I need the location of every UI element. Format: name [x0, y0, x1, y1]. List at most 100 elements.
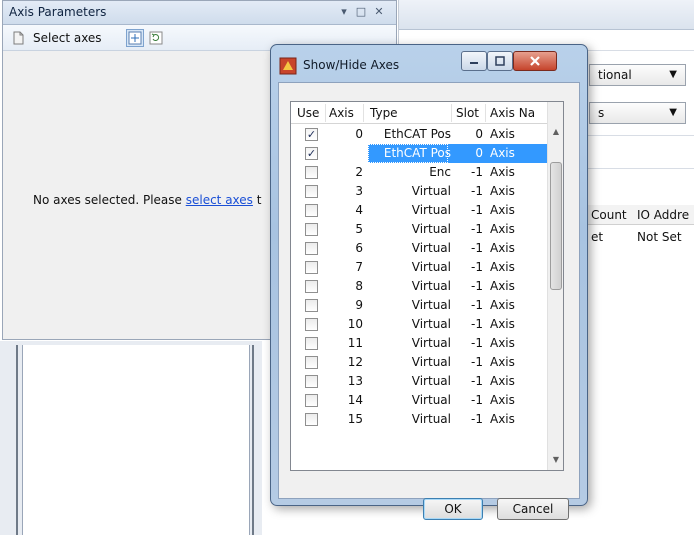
lower-left-content [22, 345, 250, 535]
table-row[interactable]: 11 Virtual -1 Axis [291, 334, 549, 353]
cell-axis-name: Axis [490, 317, 515, 331]
cell-axis-name: Axis [490, 203, 515, 217]
page-icon[interactable] [9, 29, 27, 47]
cell-slot: -1 [471, 184, 483, 198]
maximize-icon[interactable]: □ [354, 5, 368, 19]
use-checkbox[interactable] [305, 204, 318, 217]
chevron-down-icon: ▼ [669, 69, 677, 80]
cell-type: Virtual [411, 393, 451, 407]
cell-axis: 13 [347, 374, 363, 388]
table-row[interactable]: 10 Virtual -1 Axis [291, 315, 549, 334]
axes-grid[interactable]: Use Axis Type Slot Axis Na ✓ 0 EthCAT Pos 0… [290, 101, 564, 471]
use-checkbox[interactable] [305, 185, 318, 198]
cell-slot: -1 [471, 374, 483, 388]
cell-slot: 0 [475, 127, 483, 141]
axis-parameters-title: Axis Parameters [9, 5, 107, 19]
scroll-up-arrow-icon[interactable]: ▲ [548, 124, 563, 140]
cell-type: Virtual [411, 317, 451, 331]
cell-axis: 12 [347, 355, 363, 369]
cancel-button[interactable]: Cancel [497, 498, 569, 520]
use-checkbox[interactable] [305, 166, 318, 179]
table-row[interactable]: 5 Virtual -1 Axis [291, 220, 549, 239]
use-checkbox[interactable] [305, 318, 318, 331]
dropdown-arrow-icon[interactable]: ▾ [337, 5, 351, 19]
cell-axis: 4 [355, 203, 363, 217]
table-row[interactable]: 13 Virtual -1 Axis [291, 372, 549, 391]
splitter[interactable] [252, 345, 254, 535]
table-row[interactable]: 4 Virtual -1 Axis [291, 201, 549, 220]
minimize-icon [470, 62, 478, 64]
use-checkbox[interactable] [305, 337, 318, 350]
cell-type: Virtual [411, 355, 451, 369]
cell-io-address: Not Set [637, 230, 682, 244]
close-icon[interactable]: ✕ [372, 5, 386, 19]
cell-axis: 9 [355, 298, 363, 312]
column-divider[interactable] [325, 104, 326, 122]
table-row[interactable]: 8 Virtual -1 Axis [291, 277, 549, 296]
column-divider[interactable] [485, 104, 486, 122]
cell-axis: 11 [347, 336, 363, 350]
cell-axis-name: Axis [490, 279, 515, 293]
use-checkbox[interactable] [305, 413, 318, 426]
scroll-thumb[interactable] [550, 162, 562, 290]
scroll-down-arrow-icon[interactable]: ▼ [548, 452, 563, 468]
table-row[interactable]: 2 Enc -1 Axis [291, 163, 549, 182]
table-row[interactable]: 14 Virtual -1 Axis [291, 391, 549, 410]
column-header-slot[interactable]: Slot [456, 106, 479, 120]
use-checkbox[interactable] [305, 261, 318, 274]
table-row[interactable]: 9 Virtual -1 Axis [291, 296, 549, 315]
use-checkbox[interactable] [305, 394, 318, 407]
column-header-axis[interactable]: Axis [329, 106, 354, 120]
cell-slot: -1 [471, 165, 483, 179]
right-panel-header [399, 0, 694, 30]
cell-type: Virtual [411, 203, 451, 217]
maximize-button[interactable] [487, 51, 513, 71]
use-checkbox[interactable] [305, 242, 318, 255]
cell-type: Virtual [411, 241, 451, 255]
use-checkbox[interactable] [305, 356, 318, 369]
minimize-button[interactable] [461, 51, 487, 71]
cell-axis-name: Axis [490, 165, 515, 179]
cell-slot: -1 [471, 355, 483, 369]
axis-combobox[interactable]: s ▼ [589, 102, 686, 124]
axis-select-icon[interactable] [126, 29, 144, 47]
table-row[interactable]: ✓ 0 EthCAT Pos 0 Axis [291, 125, 549, 144]
select-axes-link[interactable]: select axes [186, 193, 253, 207]
use-checkbox[interactable]: ✓ [305, 147, 318, 160]
column-header-io-address[interactable]: IO Addre [637, 208, 689, 222]
column-header-count[interactable]: Count [591, 208, 627, 222]
vertical-scrollbar[interactable]: ▲ ▼ [547, 102, 563, 470]
table-row[interactable]: 7 Virtual -1 Axis [291, 258, 549, 277]
no-axes-text: No axes selected. Please [33, 193, 186, 207]
refresh-icon[interactable] [147, 29, 165, 47]
cell-slot: -1 [471, 412, 483, 426]
use-checkbox[interactable] [305, 299, 318, 312]
dialog-title: Show/Hide Axes [303, 58, 400, 72]
column-divider[interactable] [451, 104, 452, 122]
cell-type: Virtual [411, 298, 451, 312]
ok-button[interactable]: OK [423, 498, 483, 520]
table-row[interactable]: ✓ 1 EthCAT Pos 0 Axis [291, 144, 549, 163]
cell-axis: 1 [355, 146, 363, 160]
column-header-use[interactable]: Use [297, 106, 319, 120]
cell-slot: -1 [471, 203, 483, 217]
select-axes-label[interactable]: Select axes [33, 31, 102, 45]
column-divider[interactable] [363, 104, 364, 122]
use-checkbox[interactable]: ✓ [305, 128, 318, 141]
column-header-type[interactable]: Type [370, 106, 398, 120]
table-row[interactable]: 6 Virtual -1 Axis [291, 239, 549, 258]
use-checkbox[interactable] [305, 375, 318, 388]
table-row[interactable]: 15 Virtual -1 Axis [291, 410, 549, 429]
splitter[interactable] [16, 345, 18, 535]
close-button[interactable] [513, 51, 557, 71]
use-checkbox[interactable] [305, 280, 318, 293]
cell-type: Virtual [411, 222, 451, 236]
table-row[interactable]: 3 Virtual -1 Axis [291, 182, 549, 201]
use-checkbox[interactable] [305, 223, 318, 236]
column-header-axis-name[interactable]: Axis Na [490, 106, 535, 120]
table-row[interactable]: 12 Virtual -1 Axis [291, 353, 549, 372]
cell-axis: 14 [347, 393, 363, 407]
mode-combobox[interactable]: tional ▼ [589, 64, 686, 86]
cell-type: Virtual [411, 336, 451, 350]
cell-axis: 2 [355, 165, 363, 179]
